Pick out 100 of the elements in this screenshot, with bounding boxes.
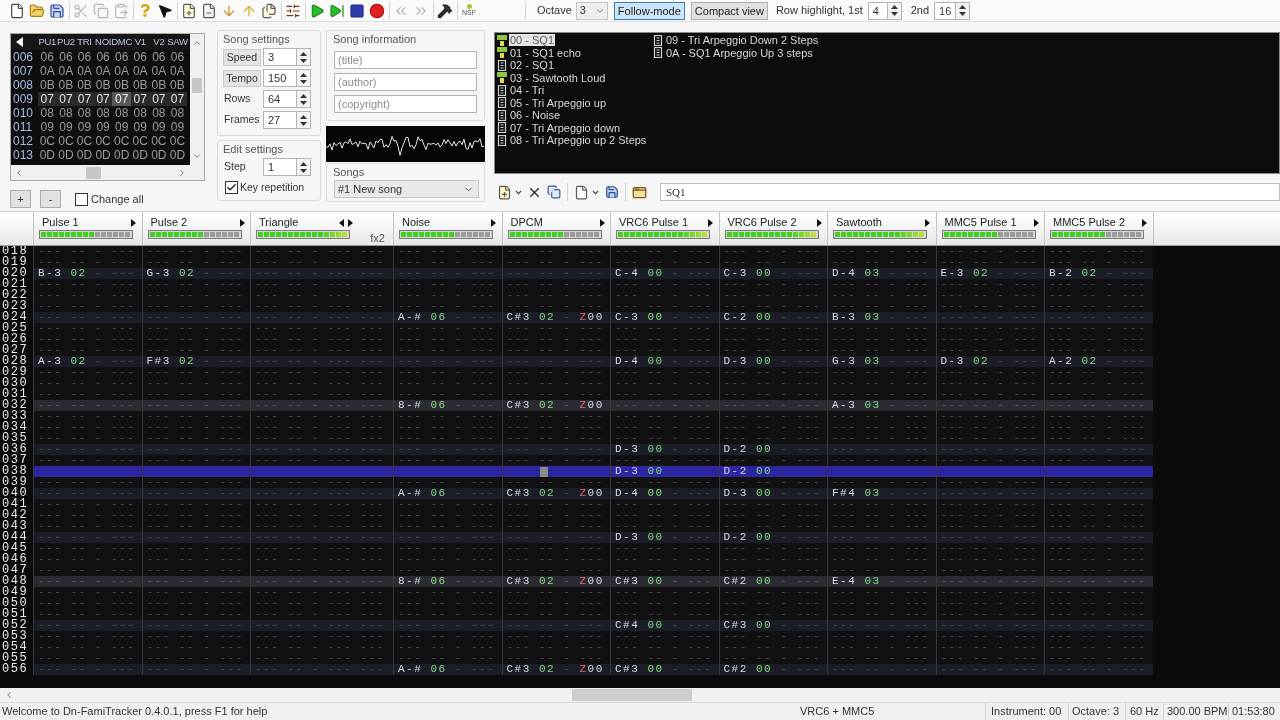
- frame-row[interactable]: 07 07 07 07 07 07 07 07: [38, 92, 187, 106]
- spin-button[interactable]: [297, 90, 311, 108]
- copy-icon[interactable]: [547, 185, 561, 199]
- frame-cell[interactable]: 07: [75, 92, 94, 106]
- arrow-right-icon[interactable]: [1033, 218, 1039, 227]
- frame-cell[interactable]: 08: [112, 106, 131, 120]
- frame-cell[interactable]: 08: [130, 106, 150, 120]
- number-field[interactable]: 150: [263, 69, 297, 87]
- pattern-row[interactable]: --- -- - --- --- -- - --- --- -- - --- --- --- -- - --- --- -- - --- C#4 00 - --- C#3 00 - --- --- -- - --- --- -- - --- --- -- - ---: [33, 620, 1153, 631]
- setting-button[interactable]: Tempo: [223, 69, 261, 87]
- frame-cell[interactable]: 07: [93, 92, 113, 106]
- arrow-left-icon[interactable]: [16, 37, 23, 47]
- frame-cell[interactable]: 09: [56, 120, 76, 134]
- file-icon[interactable]: [574, 184, 589, 200]
- text-field[interactable]: (copyright): [334, 95, 477, 113]
- frame-cell[interactable]: 0C: [56, 134, 76, 148]
- frame-cell[interactable]: 0B: [130, 78, 150, 92]
- frame-row[interactable]: 08 08 08 08 08 08 08 08: [38, 106, 187, 120]
- pattern-row[interactable]: --- -- - --- --- -- - --- --- -- - --- --- A-# 06 - --- C#3 02 - Z00 C#3 00 - --- C#2 00 - --- --- -- - --- --- -- - --- --- -- - ---: [33, 664, 1153, 675]
- channel-header[interactable]: Pulse 1: [33, 212, 142, 245]
- frame-cell[interactable]: 0B: [38, 78, 57, 92]
- save-icon[interactable]: [605, 185, 619, 199]
- frame-row[interactable]: 09 09 09 09 09 09 09 09: [38, 120, 187, 134]
- frame-cell[interactable]: 09: [168, 120, 187, 134]
- checkbox[interactable]: [225, 181, 238, 195]
- frame-cell[interactable]: 07: [149, 92, 169, 106]
- pattern-row[interactable]: --- -- - --- --- -- - --- --- -- - --- --- A-# 06 - --- C#3 02 - Z00 D-4 00 - --- D-3 00 - --- F#4 03 - --- --- -- - --- --- -- - ---: [33, 488, 1153, 499]
- frame-cell[interactable]: 06: [75, 50, 94, 64]
- frame-cell[interactable]: 0B: [112, 78, 131, 92]
- chevron-left-icon[interactable]: [4, 690, 14, 700]
- frame-cell[interactable]: 06: [130, 50, 150, 64]
- frame-cell[interactable]: 0D: [38, 148, 57, 162]
- play-icon[interactable]: [309, 2, 325, 19]
- view-toggle-button[interactable]: Follow-mode: [613, 1, 685, 20]
- frame-cell[interactable]: 06: [149, 50, 169, 64]
- frame-cell[interactable]: 0C: [93, 134, 113, 148]
- frame-cell[interactable]: 06: [168, 50, 187, 64]
- frame-cell[interactable]: 09: [75, 120, 94, 134]
- channel-header[interactable]: Noise: [393, 212, 502, 245]
- instrument-item[interactable]: 0A - SQ1 Arpeggio Up 3 steps: [665, 46, 814, 59]
- frame-cell[interactable]: 07: [168, 92, 187, 106]
- pattern-row[interactable]: A-3 02 - --- F#3 02 - --- --- -- - --- --- --- -- - --- --- -- - --- D-4 00 - --- D-3 00 - --- G-3 03 - --- D-3 02 - --- A-2 02 - ---: [33, 356, 1153, 367]
- frame-cell[interactable]: 0C: [38, 134, 57, 148]
- instrument-item[interactable]: 06 - Noise: [509, 109, 562, 122]
- arrow-right-icon[interactable]: [239, 218, 245, 227]
- instrument-item[interactable]: 07 - Tri Arpeggio down: [509, 121, 622, 134]
- frame-cell[interactable]: 0D: [149, 148, 169, 162]
- arrow-left-icon[interactable]: [339, 218, 344, 227]
- file-plus-icon[interactable]: [497, 184, 512, 200]
- song-select[interactable]: #1 New song: [334, 180, 479, 198]
- pattern-row[interactable]: --- -- - --- --- -- - --- --- -- - --- --- --- -- - --- --- -- - --- D-3 00 - --- D-2 00 - --- --- -- - --- --- -- - --- --- -- - ---: [33, 532, 1153, 543]
- frame-cell[interactable]: 0A: [112, 64, 131, 78]
- pattern-row[interactable]: --- -- - --- --- -- - --- --- -- - --- --- 8-# 06 - --- C#3 02 - Z00 --- -- - --- --- -- - --- A-3 03 - --- --- -- - --- --- -- - ---: [33, 400, 1153, 411]
- octave-select[interactable]: 3: [575, 1, 608, 20]
- frame-cell[interactable]: 07: [130, 92, 150, 106]
- frame-cell[interactable]: 0B: [75, 78, 94, 92]
- frame-cell[interactable]: 0B: [168, 78, 187, 92]
- frame-cell[interactable]: 0C: [149, 134, 169, 148]
- channel-header[interactable]: VRC6 Pulse 1: [610, 212, 719, 245]
- hammer-icon[interactable]: [437, 2, 453, 19]
- frame-cell[interactable]: 0D: [75, 148, 94, 162]
- frame-cell[interactable]: 08: [149, 106, 169, 120]
- instrument-item[interactable]: 03 - Sawtooth Loud: [509, 71, 607, 84]
- channel-header[interactable]: VRC6 Pulse 2: [718, 212, 827, 245]
- frame-row[interactable]: 06 06 06 06 06 06 06 06: [38, 50, 187, 64]
- frame-cell[interactable]: 0A: [149, 64, 169, 78]
- frame-cell[interactable]: 0A: [38, 64, 57, 78]
- text-field[interactable]: (author): [334, 73, 477, 91]
- pattern-row[interactable]: --- -- - --- --- -- - --- --- -- - --- --- --- -- - --- --- -- - --- D-3 00 - --- D-2 00 - --- --- -- - --- --- -- - --- --- -- - ---: [33, 444, 1153, 455]
- skip-forward-icon[interactable]: [329, 2, 345, 19]
- frame-cell[interactable]: 0D: [130, 148, 150, 162]
- frame-cell[interactable]: 09: [112, 120, 131, 134]
- chevron-left-icon[interactable]: [14, 167, 24, 178]
- frame-row[interactable]: 0A 0A 0A 0A 0A 0A 0A 0A: [38, 64, 187, 78]
- arrow-right-icon[interactable]: [599, 218, 605, 227]
- frame-cell[interactable]: 08: [168, 106, 187, 120]
- channel-header[interactable]: Pulse 2: [141, 212, 250, 245]
- number-field[interactable]: 4: [867, 1, 888, 20]
- number-field[interactable]: 64: [263, 90, 297, 108]
- arrow-right-icon[interactable]: [708, 218, 713, 227]
- frame-cell[interactable]: 0A: [168, 64, 187, 78]
- frame-cell[interactable]: 0B: [93, 78, 113, 92]
- frame-cell[interactable]: 06: [93, 50, 113, 64]
- arrow-right-icon[interactable]: [491, 218, 496, 227]
- frame-cell[interactable]: 09: [93, 120, 113, 134]
- frame-row[interactable]: 0B 0B 0B 0B 0B 0B 0B 0B: [38, 78, 187, 92]
- frame-row[interactable]: 0C 0C 0C 0C 0C 0C 0C 0C: [38, 134, 187, 148]
- folder-icon[interactable]: [29, 2, 45, 19]
- frame-button[interactable]: -: [40, 190, 61, 208]
- frame-cell[interactable]: 06: [38, 50, 57, 64]
- frame-cell[interactable]: 0A: [130, 64, 150, 78]
- arrow-right-icon[interactable]: [131, 218, 136, 227]
- frame-cell[interactable]: 08: [93, 106, 113, 120]
- pattern-row[interactable]: --- -- - --- --- -- - --- --- -- - --- --- 8-# 06 - --- C#3 02 - Z00 C#3 00 - --- C#2 00 - --- E-4 03 - --- --- -- - --- --- -- - ---: [33, 576, 1153, 587]
- chevron-down-icon[interactable]: [192, 151, 202, 161]
- frame-cell[interactable]: 07: [112, 92, 131, 106]
- frame-cell[interactable]: 07: [56, 92, 76, 106]
- setting-button[interactable]: Speed: [223, 48, 261, 66]
- channel-header[interactable]: DPCM: [501, 212, 610, 245]
- frame-cell[interactable]: 0D: [93, 148, 113, 162]
